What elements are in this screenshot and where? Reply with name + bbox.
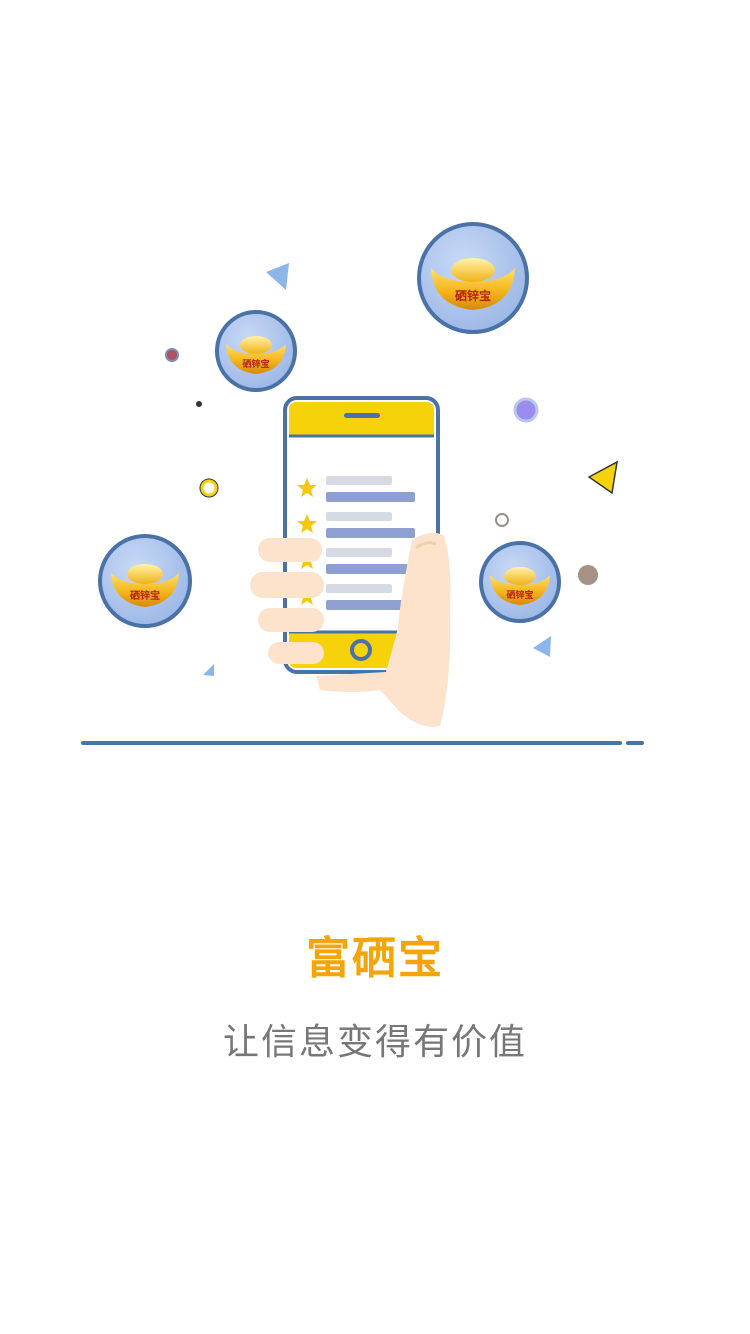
gold-ingot-bubble: 硒锌宝 — [417, 222, 529, 334]
gold-ingot-bubble: 硒锌宝 — [98, 534, 192, 628]
gold-ingot-bubble: 硒锌宝 — [479, 541, 561, 623]
coin-label: 硒锌宝 — [455, 288, 491, 303]
app-title: 富硒宝 — [306, 933, 444, 984]
dot-icon — [513, 397, 539, 423]
triangle-icon — [266, 263, 289, 290]
triangle-icon — [203, 664, 214, 676]
triangle-icon — [587, 460, 618, 495]
coin-label: 硒锌宝 — [241, 358, 269, 370]
coin-label: 硒锌宝 — [505, 589, 533, 601]
triangle-icon — [533, 636, 551, 657]
dot-icon — [196, 401, 202, 407]
dot-icon — [165, 348, 179, 362]
app-slogan: 让信息变得有价值 — [222, 1022, 527, 1063]
dot-icon — [200, 479, 218, 497]
dot-icon — [578, 565, 598, 585]
splash-illustration: 硒锌宝 硒锌宝 硒锌宝 硒锌宝 — [81, 222, 644, 745]
coin-label: 硒锌宝 — [130, 589, 160, 602]
gold-ingot-bubble: 硒锌宝 — [215, 310, 297, 392]
dot-icon — [495, 513, 509, 527]
